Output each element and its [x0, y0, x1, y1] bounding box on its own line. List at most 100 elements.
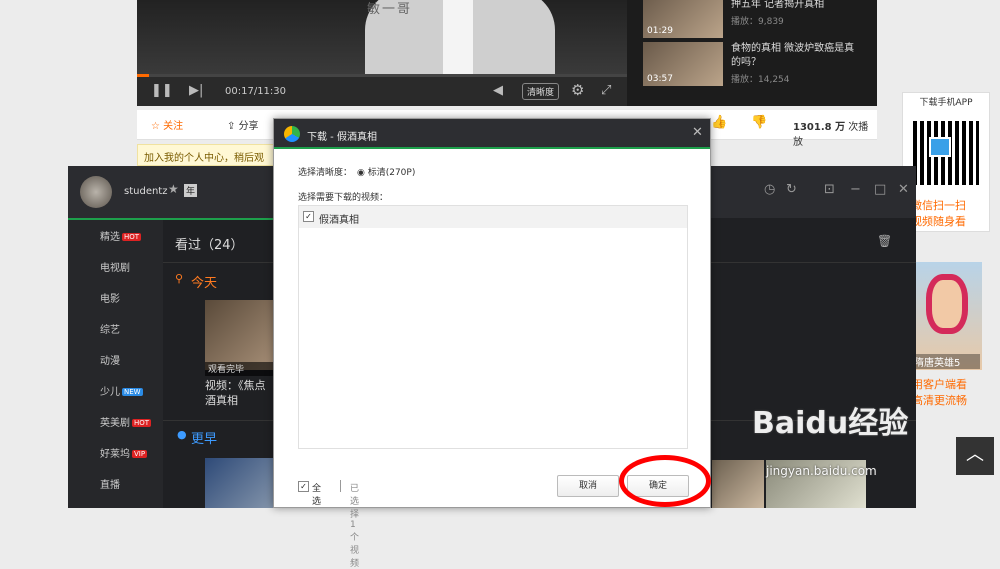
bullet-icon: ●: [177, 428, 187, 441]
app-line: 微信扫一扫: [911, 199, 966, 212]
sidebar-item-label: 动漫: [100, 356, 120, 367]
player-controls: ❚❚ ▶| 00:17/11:30 ◀ 清晰度 ⚙ ⤢: [137, 77, 627, 106]
radio-icon: ◉: [357, 168, 368, 178]
duration: 01:29: [647, 26, 673, 36]
hot-badge: HOT: [122, 233, 142, 241]
refresh-icon[interactable]: ↻: [786, 182, 797, 197]
playlist-panel: 01:29 押五年 记者揭开真相 播放：9,839 03:57 食物的真相 微波…: [627, 0, 877, 106]
trash-icon[interactable]: 🗑: [877, 234, 892, 248]
playlist-thumbnail: 03:57: [643, 42, 723, 86]
sidebar-item-label: 精选: [100, 232, 120, 243]
fullscreen-icon[interactable]: ⤢: [601, 83, 611, 98]
duration: 03:57: [647, 74, 673, 84]
sidebar-item-featured[interactable]: 精选 HOT: [100, 228, 142, 243]
sidebar-item-kids[interactable]: 少儿 NEW: [100, 383, 143, 398]
select-all-label[interactable]: 全选: [312, 481, 321, 507]
vip-badge: VIP: [132, 450, 148, 458]
follow-button[interactable]: ☆ 关注: [151, 117, 183, 132]
select-videos-label: 选择需要下载的视频：: [298, 193, 389, 203]
share-label: 分享: [238, 121, 259, 132]
close-icon[interactable]: ✕: [692, 125, 703, 140]
avatar[interactable]: [80, 176, 112, 208]
thumbs-up-icon[interactable]: 👍: [711, 115, 727, 130]
item-checkbox[interactable]: ✓: [303, 211, 314, 222]
sidebar-item-anime[interactable]: 动漫: [100, 352, 120, 367]
history-card-thumbnail[interactable]: [205, 300, 275, 370]
history-card-title[interactable]: 视频：《焦点 酒真相: [205, 378, 275, 408]
drama-ad[interactable]: 隋唐英雄5: [912, 262, 982, 370]
dialog-title: 下载 - 假酒真相: [307, 132, 377, 143]
next-icon[interactable]: ▶|: [189, 83, 203, 98]
sidebar-item-label: 综艺: [100, 325, 120, 336]
sidebar-item-live[interactable]: 直播: [100, 476, 120, 491]
highlight-circle: [619, 455, 711, 507]
sidebar-item-label: 电视剧: [100, 263, 130, 274]
speaker-shirt: [443, 0, 473, 74]
view-count: 1301.8 万 次播放: [793, 118, 877, 148]
dialog-titlebar: 下载 - 假酒真相 ✕: [274, 119, 710, 149]
time-total: /11:30: [253, 86, 287, 97]
history-heading: 看过（24）: [175, 238, 244, 253]
hot-badge: HOT: [132, 419, 152, 427]
card-title-line: 酒真相: [205, 394, 238, 407]
thumbs-down-icon[interactable]: 👎: [751, 115, 767, 130]
earlier-label: 更早: [191, 432, 218, 447]
playlist-item[interactable]: 01:29 押五年 记者揭开真相 播放：9,839: [635, 0, 865, 42]
level-badge: 年: [184, 184, 198, 197]
ad-portrait: [926, 274, 968, 334]
sidebar-item-us-uk[interactable]: 英美剧 HOT: [100, 414, 152, 429]
playlist-title: 食物的真相 微波炉致癌是真的吗？: [731, 43, 855, 68]
app-box-title: 下载手机APP: [919, 98, 973, 108]
share-icon: ⇪: [227, 121, 239, 132]
sidebar-item-tv[interactable]: 电视剧: [100, 259, 130, 274]
time-display: 00:17/11:30: [225, 86, 286, 97]
star-icon: ☆: [151, 121, 164, 132]
card-title-line: 视频：《焦点: [205, 379, 266, 392]
share-button[interactable]: ⇪ 分享: [227, 117, 259, 132]
follow-label: 关注: [163, 121, 184, 132]
play-count: 播放：9,839: [731, 17, 784, 27]
item-label: 假酒真相: [319, 215, 359, 226]
gear-icon[interactable]: ⚙: [571, 81, 584, 99]
username[interactable]: studentz: [124, 186, 167, 197]
new-badge: NEW: [122, 388, 143, 396]
pause-icon[interactable]: ❚❚: [151, 83, 173, 98]
thumbnail[interactable]: [712, 460, 764, 508]
sidebar-item-hollywood[interactable]: 好莱坞 VIP: [100, 445, 148, 460]
today-label: 今天: [191, 276, 218, 291]
sidebar-item-label: 电影: [100, 294, 120, 305]
download-dialog: 下载 - 假酒真相 ✕ 选择清晰度： ◉ 标清(270P) 选择需要下载的视频：…: [273, 118, 711, 569]
playlist-item[interactable]: 03:57 食物的真相 微波炉致癌是真的吗？ 播放：14,254: [635, 42, 865, 90]
video-player: 敏一哥 ❚❚ ▶| 00:17/11:30 ◀ 清晰度 ⚙ ⤢ 01:29 押五…: [137, 0, 877, 106]
app-logo-icon: [284, 126, 300, 142]
location-pin-icon: ⚲: [175, 272, 184, 285]
view-count-value: 1301.8 万: [793, 122, 846, 133]
quality-label: 选择清晰度：: [298, 168, 353, 178]
minimize-icon[interactable]: −: [850, 182, 861, 197]
playlist-title: 押五年 记者揭开真相: [731, 0, 825, 10]
app-line: 视频随身看: [911, 215, 966, 228]
video-caption: 敏一哥: [367, 2, 413, 17]
sidebar-item-variety[interactable]: 综艺: [100, 321, 120, 336]
quality-radio[interactable]: ◉ 标清(270P): [357, 165, 415, 178]
mini-mode-icon[interactable]: ⊡: [824, 182, 835, 197]
sidebar-item-movies[interactable]: 电影: [100, 290, 120, 305]
history-icon[interactable]: ◷: [764, 182, 775, 197]
cancel-button[interactable]: 取消: [557, 475, 619, 497]
quality-button[interactable]: 清晰度: [522, 83, 560, 100]
video-frame[interactable]: 敏一哥: [137, 0, 627, 74]
baidu-watermark: Baidu经验: [752, 406, 909, 441]
quality-option-label: 标清(270P): [367, 168, 416, 178]
sidebar-item-label: 好莱坞: [100, 449, 130, 460]
select-all-checkbox[interactable]: ✓: [298, 481, 309, 492]
sidebar-item-label: 英美剧: [100, 418, 130, 429]
playlist-thumbnail: 01:29: [643, 0, 723, 38]
maximize-icon[interactable]: □: [874, 182, 886, 197]
selected-count: 已选择1个视频: [350, 484, 360, 569]
close-icon[interactable]: ✕: [898, 182, 909, 197]
sidebar-item-label: 少儿: [100, 387, 120, 398]
list-item[interactable]: ✓ 假酒真相: [299, 206, 687, 228]
volume-icon[interactable]: ◀: [493, 83, 503, 98]
ad-line: 用客户端看: [912, 378, 967, 391]
chevron-up-icon[interactable]: ︿: [956, 437, 994, 475]
